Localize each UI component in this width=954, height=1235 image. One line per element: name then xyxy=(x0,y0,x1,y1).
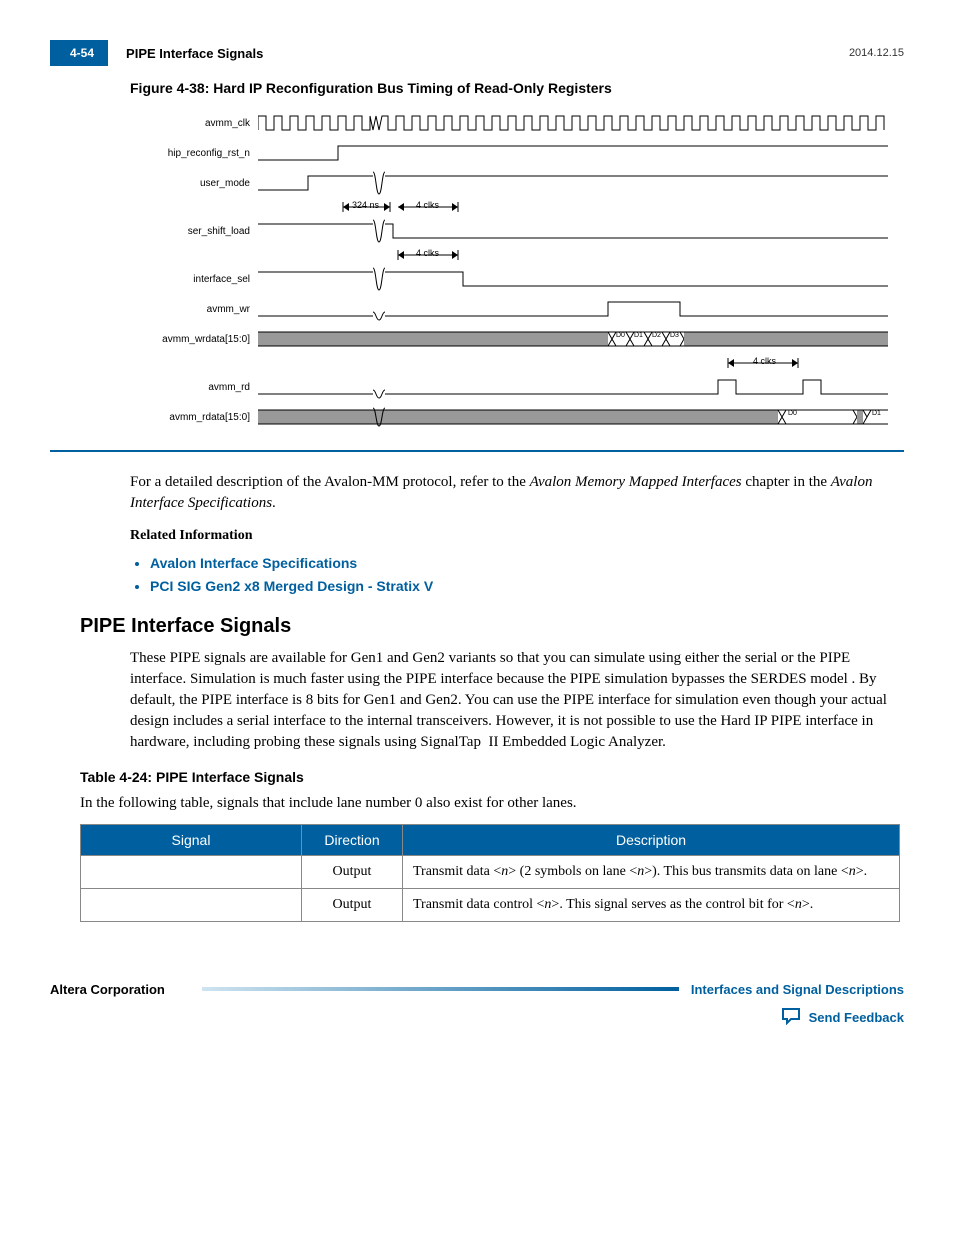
body-paragraph: For a detailed description of the Avalon… xyxy=(130,472,904,514)
related-links-list: Avalon Interface Specifications PCI SIG … xyxy=(130,554,904,597)
signal-waveform: D0 D1 xyxy=(258,402,890,432)
page-header: 4-54 PIPE Interface Signals 2014.12.15 xyxy=(50,40,904,66)
table-row: Output Transmit data <n> (2 symbols on l… xyxy=(81,855,900,888)
footer-chapter-link[interactable]: Interfaces and Signal Descriptions xyxy=(691,982,904,997)
signal-label: interface_sel xyxy=(130,274,258,285)
signal-label: avmm_rdata[15:0] xyxy=(130,412,258,423)
section-divider xyxy=(50,450,904,452)
page-number: 4-54 xyxy=(50,40,108,66)
signal-waveform xyxy=(258,372,890,402)
link-item[interactable]: Avalon Interface Specifications xyxy=(150,554,904,574)
running-header-title: PIPE Interface Signals xyxy=(126,46,849,61)
timing-diagram: avmm_clk hip_reconfig_rst_n user_mode xyxy=(130,108,890,432)
timing-annotation: 4 clks xyxy=(416,200,439,210)
data-label: D1 xyxy=(872,410,881,417)
table-caption: Table 4-24: PIPE Interface Signals xyxy=(80,769,904,785)
signal-waveform: D0 D1 D2 D3 xyxy=(258,324,890,354)
doc-date: 2014.12.15 xyxy=(849,47,904,59)
figure-caption: Figure 4-38: Hard IP Reconfiguration Bus… xyxy=(130,80,904,96)
cell-signal xyxy=(81,888,302,921)
cell-signal xyxy=(81,855,302,888)
signal-waveform xyxy=(258,168,890,198)
signal-label: avmm_rd xyxy=(130,382,258,393)
signal-label: avmm_clk xyxy=(130,118,258,129)
related-info-heading: Related Information xyxy=(130,526,904,546)
signal-label: ser_shift_load xyxy=(130,226,258,237)
data-label: D0 xyxy=(616,332,625,339)
timing-annotation: 324 ns xyxy=(352,200,379,210)
cell-direction: Output xyxy=(302,855,403,888)
cell-description: Transmit data control <n>. This signal s… xyxy=(403,888,900,921)
feedback-icon[interactable] xyxy=(781,1007,801,1028)
signal-waveform xyxy=(258,264,890,294)
clock-waveform xyxy=(258,108,890,138)
data-label: D1 xyxy=(634,332,643,339)
link-item[interactable]: PCI SIG Gen2 x8 Merged Design - Stratix … xyxy=(150,577,904,597)
signal-label: hip_reconfig_rst_n xyxy=(130,148,258,159)
cell-description: Transmit data <n> (2 symbols on lane <n>… xyxy=(403,855,900,888)
signal-waveform xyxy=(258,294,890,324)
data-label: D2 xyxy=(652,332,661,339)
col-header-direction: Direction xyxy=(302,824,403,855)
timing-annotation: 4 clks xyxy=(416,248,439,258)
signal-waveform xyxy=(258,138,890,168)
signal-label: avmm_wr xyxy=(130,304,258,315)
table-row: Output Transmit data control <n>. This s… xyxy=(81,888,900,921)
col-header-signal: Signal xyxy=(81,824,302,855)
footer-bar xyxy=(202,987,679,991)
data-label: D3 xyxy=(670,332,679,339)
signal-label: user_mode xyxy=(130,178,258,189)
section-heading: PIPE Interface Signals xyxy=(80,615,904,638)
footer-company: Altera Corporation xyxy=(50,982,190,997)
page-footer: Altera Corporation Interfaces and Signal… xyxy=(50,982,904,997)
signal-label: avmm_wrdata[15:0] xyxy=(130,334,258,345)
col-header-description: Description xyxy=(403,824,900,855)
data-label: D0 xyxy=(788,410,797,417)
signals-table: Signal Direction Description Output Tran… xyxy=(80,824,900,922)
timing-annotation: 4 clks xyxy=(753,356,776,366)
send-feedback-link[interactable]: Send Feedback xyxy=(809,1010,904,1025)
signal-waveform xyxy=(258,216,890,246)
cell-direction: Output xyxy=(302,888,403,921)
table-intro: In the following table, signals that inc… xyxy=(80,795,904,812)
body-paragraph: These PIPE signals are available for Gen… xyxy=(130,648,904,753)
